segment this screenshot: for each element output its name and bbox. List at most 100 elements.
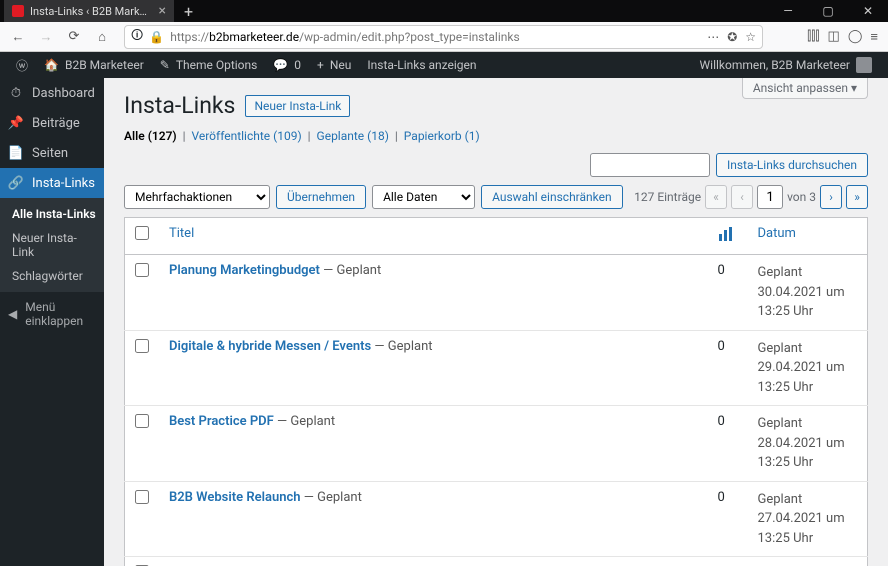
- customize-icon: ✎: [160, 58, 170, 72]
- row-title-link[interactable]: Planung Marketingbudget: [169, 263, 320, 278]
- comment-icon: 💬: [273, 58, 288, 72]
- post-state: — Geplant: [374, 339, 432, 354]
- post-state: — Geplant: [277, 414, 335, 429]
- home-icon: 🏠: [44, 58, 59, 72]
- row-stats: 0: [708, 406, 748, 482]
- total-pages: von 3: [787, 190, 816, 204]
- apply-button[interactable]: Übernehmen: [276, 185, 366, 209]
- row-date: Geplant28.04.2021 um13:25 Uhr: [748, 406, 868, 482]
- collapse-menu-button[interactable]: ◀ Menü einklappen: [0, 292, 104, 336]
- submenu-item[interactable]: Alle Insta-Links: [0, 202, 104, 226]
- reader-icon[interactable]: ✪: [727, 30, 737, 44]
- back-button[interactable]: ←: [6, 25, 30, 49]
- link-icon: 🔗: [8, 175, 24, 191]
- date-filter-select[interactable]: Alle Daten: [372, 185, 475, 209]
- select-all-checkbox[interactable]: [135, 226, 149, 240]
- shield-icon: 🛈: [131, 26, 143, 47]
- browser-tab-bar: Insta-Links ‹ B2B Marketeer — × + — ▢ ✕: [0, 0, 888, 22]
- row-title-link[interactable]: Best Practice PDF: [169, 414, 274, 429]
- menu-icon[interactable]: ≡: [870, 29, 878, 45]
- column-stats[interactable]: [708, 218, 748, 255]
- bookmark-icon[interactable]: ☆: [745, 30, 756, 44]
- filter-button[interactable]: Auswahl einschränken: [481, 185, 623, 209]
- close-window-button[interactable]: ✕: [848, 0, 888, 22]
- lock-icon: 🔒: [149, 30, 164, 44]
- add-new-button[interactable]: Neuer Insta-Link: [245, 95, 350, 117]
- page-title: Insta-Links: [124, 92, 235, 119]
- url-text: https://b2bmarketeer.de/wp-admin/edit.ph…: [170, 30, 701, 44]
- post-state: — Geplant: [323, 263, 381, 278]
- browser-tab[interactable]: Insta-Links ‹ B2B Marketeer — ×: [4, 0, 174, 22]
- sidebar-item-seiten[interactable]: 📄Seiten: [0, 138, 104, 168]
- stats-icon: [718, 231, 734, 246]
- favicon: [12, 5, 24, 17]
- prev-page-button[interactable]: ‹: [731, 185, 753, 209]
- screen-options-button[interactable]: Ansicht anpassen ▾: [742, 78, 868, 99]
- plus-icon: +: [317, 58, 324, 72]
- table-row: WhatsApp als B2B-Marketing-Kanal — Gepla…: [125, 557, 868, 566]
- tab-close-icon[interactable]: ×: [159, 3, 166, 19]
- row-stats: 0: [708, 330, 748, 406]
- sidebar-icon[interactable]: ◫: [828, 29, 840, 44]
- tab-title: Insta-Links ‹ B2B Marketeer —: [30, 5, 153, 18]
- submenu-item[interactable]: Schlagwörter: [0, 264, 104, 288]
- row-title-link[interactable]: Digitale & hybride Messen / Events: [169, 339, 371, 354]
- forward-button[interactable]: →: [34, 25, 58, 49]
- submenu-item[interactable]: Neuer Insta-Link: [0, 226, 104, 264]
- row-checkbox[interactable]: [135, 414, 149, 428]
- filter-published[interactable]: Veröffentlichte (109): [191, 129, 301, 143]
- column-title[interactable]: Titel: [159, 218, 708, 255]
- row-date: Geplant26.04.2021 um13:25 Uhr: [748, 557, 868, 566]
- browser-nav-bar: ← → ⟳ ⌂ 🛈 🔒 https://b2bmarketeer.de/wp-a…: [0, 22, 888, 52]
- table-row: Planung Marketingbudget — Geplant0Geplan…: [125, 255, 868, 331]
- next-page-button[interactable]: ›: [820, 185, 842, 209]
- pin-icon: 📌: [8, 115, 24, 131]
- item-count: 127 Einträge: [634, 190, 701, 204]
- search-input[interactable]: [590, 153, 710, 177]
- account-link[interactable]: Willkommen, B2B Marketeer: [692, 52, 881, 78]
- more-icon[interactable]: ⋯: [707, 30, 719, 44]
- filter-trash[interactable]: Papierkorb (1): [404, 129, 480, 143]
- comments-link[interactable]: 💬0: [265, 52, 309, 78]
- posts-table: Titel Datum Planung Marketingbudget — Ge…: [124, 217, 868, 566]
- new-content-link[interactable]: +Neu: [309, 52, 359, 78]
- wp-adminbar: ⓦ 🏠B2B Marketeer ✎Theme Options 💬0 +Neu …: [0, 52, 888, 78]
- url-bar[interactable]: 🛈 🔒 https://b2bmarketeer.de/wp-admin/edi…: [124, 25, 763, 49]
- account-icon[interactable]: ◯: [848, 29, 863, 44]
- reload-button[interactable]: ⟳: [62, 25, 86, 49]
- maximize-button[interactable]: ▢: [808, 0, 848, 22]
- content-area: Ansicht anpassen ▾ Insta-Links Neuer Ins…: [104, 78, 888, 566]
- site-name-link[interactable]: 🏠B2B Marketeer: [36, 52, 152, 78]
- current-page-input[interactable]: [757, 185, 783, 209]
- search-button[interactable]: Insta-Links durchsuchen: [716, 153, 868, 177]
- row-stats: 0: [708, 255, 748, 331]
- filter-all[interactable]: Alle (127): [124, 129, 177, 143]
- minimize-button[interactable]: —: [768, 0, 808, 22]
- status-filter: Alle (127) | Veröffentlichte (109) | Gep…: [124, 129, 868, 143]
- collapse-icon: ◀: [8, 307, 17, 321]
- dashboard-icon: ⏱: [8, 85, 24, 101]
- table-row: Best Practice PDF — Geplant 0Geplant28.04…: [125, 406, 868, 482]
- new-tab-button[interactable]: +: [174, 2, 203, 21]
- filter-scheduled[interactable]: Geplante (18): [317, 129, 389, 143]
- sidebar-item-dashboard[interactable]: ⏱Dashboard: [0, 78, 104, 108]
- row-checkbox[interactable]: [135, 339, 149, 353]
- sidebar-item-insta-links[interactable]: 🔗Insta-Links: [0, 168, 104, 198]
- theme-options-link[interactable]: ✎Theme Options: [152, 52, 266, 78]
- column-date[interactable]: Datum: [748, 218, 868, 255]
- row-stats: 0: [708, 557, 748, 566]
- bulk-action-select[interactable]: Mehrfachaktionen: [124, 185, 270, 209]
- last-page-button[interactable]: »: [846, 185, 868, 209]
- view-link[interactable]: Insta-Links anzeigen: [359, 52, 484, 78]
- sidebar-item-beiträge[interactable]: 📌Beiträge: [0, 108, 104, 138]
- wp-logo[interactable]: ⓦ: [8, 52, 36, 78]
- row-checkbox[interactable]: [135, 490, 149, 504]
- row-stats: 0: [708, 481, 748, 557]
- row-checkbox[interactable]: [135, 263, 149, 277]
- first-page-button[interactable]: «: [705, 185, 727, 209]
- home-button[interactable]: ⌂: [90, 25, 114, 49]
- pages-icon: 📄: [8, 145, 24, 161]
- library-icon[interactable]: ⫿⫿⫿: [807, 29, 819, 44]
- row-title-link[interactable]: B2B Website Relaunch: [169, 490, 301, 505]
- table-row: Digitale & hybride Messen / Events — Gep…: [125, 330, 868, 406]
